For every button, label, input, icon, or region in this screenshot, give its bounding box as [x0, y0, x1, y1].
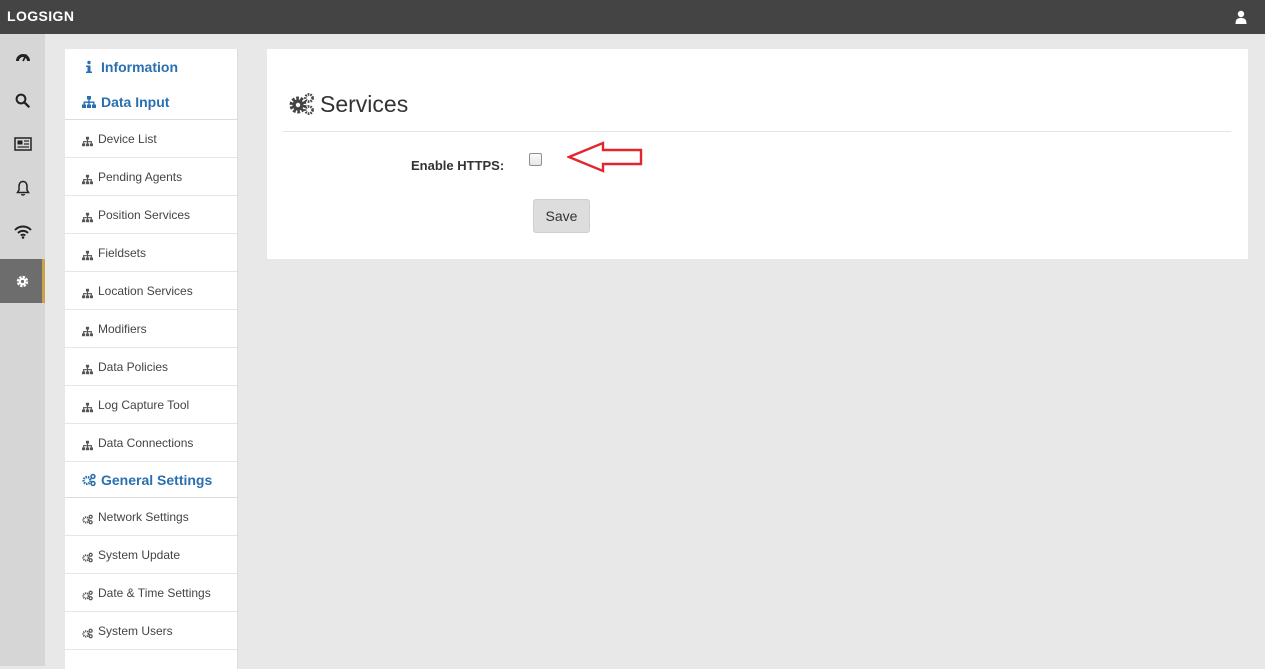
- sitemap-icon: [82, 95, 96, 109]
- rail-item-settings[interactable]: [0, 259, 45, 303]
- enable-https-label: Enable HTTPS:: [411, 158, 505, 173]
- menu-item-label: Fieldsets: [98, 246, 147, 260]
- search-icon: [15, 93, 30, 108]
- menu-item-label: Modifiers: [98, 322, 147, 336]
- menu-section-label: Information: [101, 59, 178, 75]
- menu-item-label: Network Settings: [98, 510, 189, 524]
- menu-item-label: System Update: [98, 548, 181, 562]
- menu-item-label: Data Connections: [98, 436, 194, 450]
- gears-icon: [82, 626, 93, 639]
- menu-item-system-users[interactable]: System Users: [65, 612, 237, 650]
- gear-icon: [16, 275, 29, 287]
- sitemap-icon: [82, 438, 93, 451]
- sitemap-icon: [82, 286, 93, 299]
- menu-section-label: General Settings: [101, 472, 213, 488]
- rail-item-alerts[interactable]: [0, 166, 45, 210]
- sitemap-icon: [82, 362, 93, 375]
- menu-item-label: Date & Time Settings: [98, 586, 211, 600]
- services-panel: Services Enable HTTPS: Save: [267, 49, 1248, 259]
- rail-item-news[interactable]: [0, 122, 45, 166]
- user-icon[interactable]: [1234, 10, 1248, 24]
- menu-item-label: Pending Agents: [98, 170, 183, 184]
- sitemap-icon: [82, 134, 93, 147]
- save-button[interactable]: Save: [533, 199, 590, 233]
- title-divider: [283, 131, 1231, 132]
- rail-item-search[interactable]: [0, 78, 45, 122]
- sitemap-icon: [82, 400, 93, 413]
- menu-item-label: Position Services: [98, 208, 191, 222]
- menu-section-data-input[interactable]: Data Input: [65, 84, 237, 120]
- news-icon: [13, 137, 32, 151]
- menu-item-label: Log Capture Tool: [98, 398, 190, 412]
- brand-logo[interactable]: LOGSIGN: [7, 8, 74, 24]
- menu-item-location-services[interactable]: Location Services: [65, 272, 237, 310]
- menu-item-position-services[interactable]: Position Services: [65, 196, 237, 234]
- menu-item-network-settings[interactable]: Network Settings: [65, 498, 237, 536]
- menu-item-pending-agents[interactable]: Pending Agents: [65, 158, 237, 196]
- bell-icon: [15, 180, 30, 196]
- menu-section-label: Data Input: [101, 94, 170, 110]
- menu-item-fieldsets[interactable]: Fieldsets: [65, 234, 237, 272]
- red-arrow-icon: [567, 141, 643, 173]
- menu-item-log-capture-tool[interactable]: Log Capture Tool: [65, 386, 237, 424]
- menu-item-label: Device List: [98, 132, 157, 146]
- menu-item-system-update[interactable]: System Update: [65, 536, 237, 574]
- enable-https-checkbox[interactable]: [529, 153, 542, 166]
- sitemap-icon: [82, 248, 93, 261]
- menu-item-label: Data Policies: [98, 360, 169, 374]
- settings-menu: Information Data Input Device List Pending …: [65, 49, 238, 669]
- sitemap-icon: [82, 210, 93, 223]
- gears-icon: [289, 93, 314, 115]
- gears-icon: [82, 512, 93, 525]
- menu-section-information[interactable]: Information: [65, 49, 237, 85]
- gears-icon: [82, 588, 93, 601]
- icon-rail: [0, 34, 45, 666]
- menu-item-modifiers[interactable]: Modifiers: [65, 310, 237, 348]
- wifi-icon: [13, 225, 32, 239]
- gears-icon: [82, 473, 96, 487]
- page-title: Services: [320, 91, 409, 117]
- menu-item-device-list[interactable]: Device List: [65, 120, 237, 158]
- sitemap-icon: [82, 172, 93, 185]
- info-icon: [82, 60, 96, 74]
- rail-item-wifi[interactable]: [0, 210, 45, 254]
- rail-item-dashboard[interactable]: [0, 34, 45, 78]
- menu-item-date-and-time-settings[interactable]: Date & Time Settings: [65, 574, 237, 612]
- gears-icon: [82, 550, 93, 563]
- sitemap-icon: [82, 324, 93, 337]
- menu-section-general-settings[interactable]: General Settings: [65, 462, 237, 498]
- top-bar: LOGSIGN: [0, 0, 1265, 34]
- dashboard-icon: [15, 54, 30, 62]
- menu-item-data-connections[interactable]: Data Connections: [65, 424, 237, 462]
- menu-item-label: Location Services: [98, 284, 193, 298]
- menu-item-label: System Users: [98, 624, 173, 638]
- menu-item-data-policies[interactable]: Data Policies: [65, 348, 237, 386]
